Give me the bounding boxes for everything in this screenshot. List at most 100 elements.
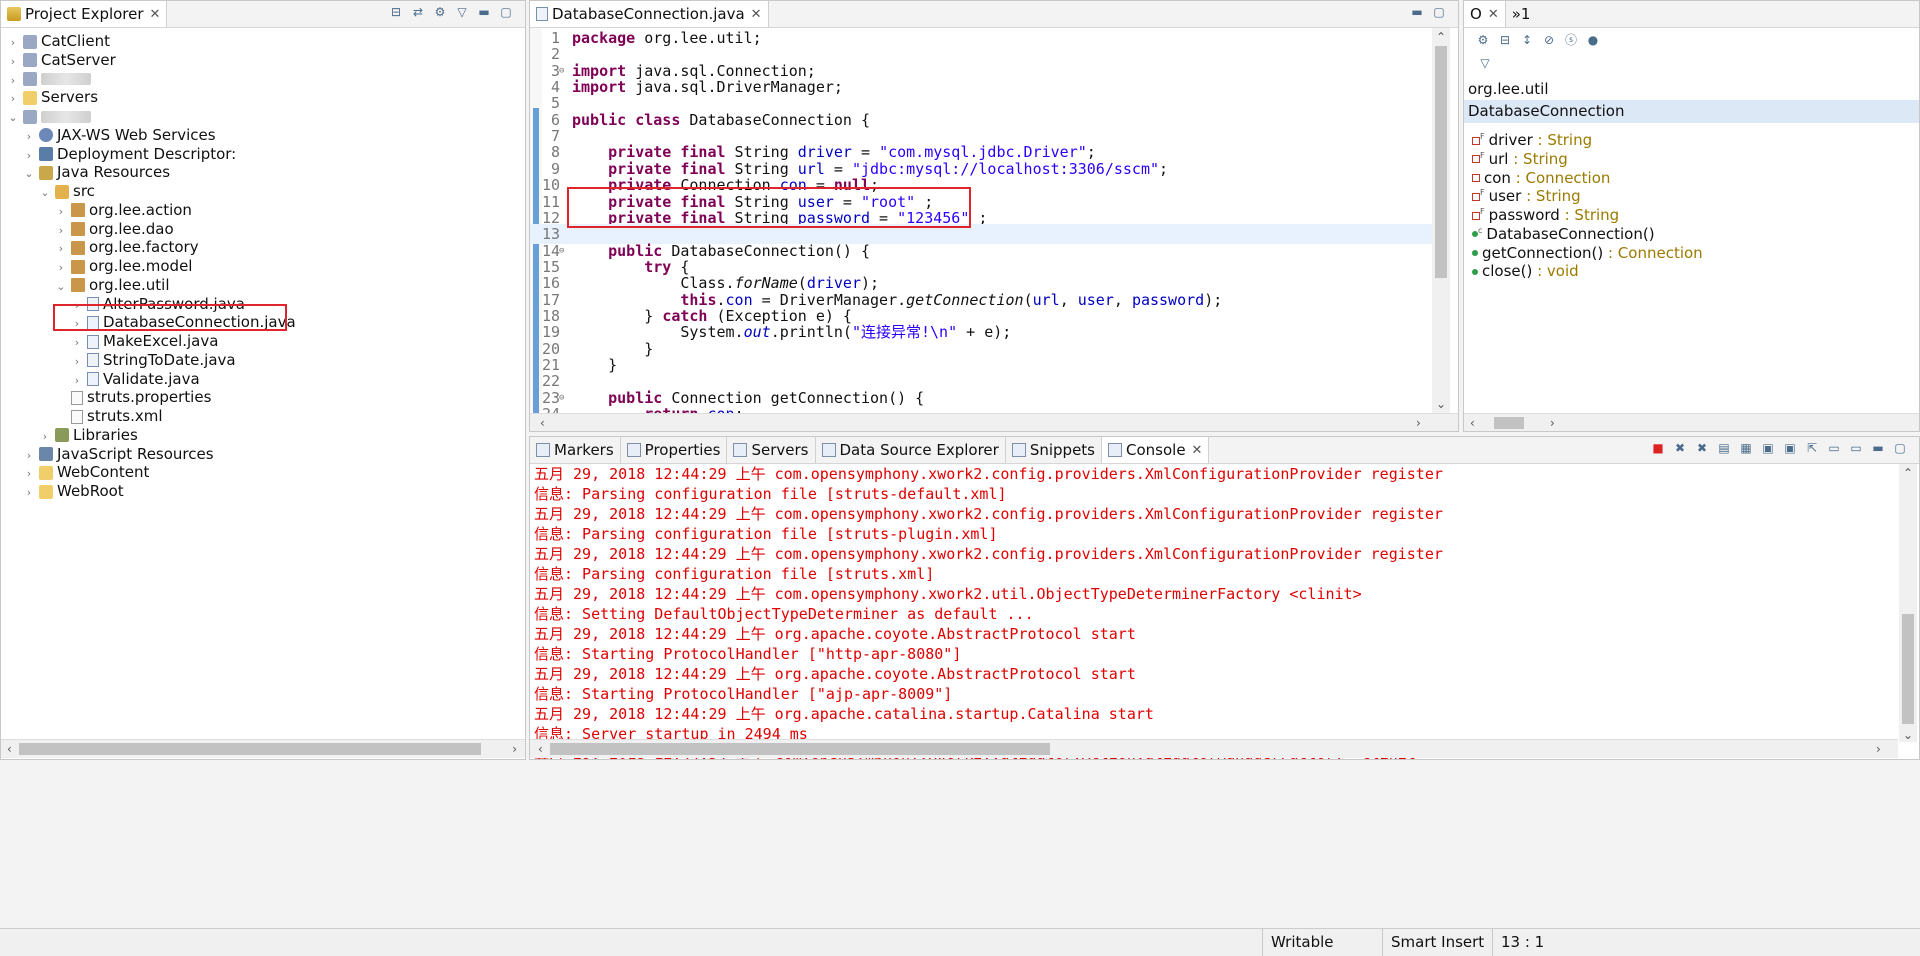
status-insert-mode: Smart Insert (1382, 929, 1501, 956)
editor-toolbar: ▬ ▢ (1406, 5, 1450, 19)
tree-item-label: WebRoot (57, 482, 124, 500)
folder-icon (39, 465, 53, 480)
outline-view: O ✕ »1 ⚙ ⊟ ↕ ⊘ ⓢ ● ▽ org.lee.util Databa… (1463, 0, 1920, 432)
tree-item-label: StringToDate.java (103, 350, 236, 369)
scroll-up-icon[interactable]: ⌃ (1436, 30, 1446, 44)
link-with-editor-icon[interactable]: ⇄ (410, 5, 426, 19)
scroll-left-icon[interactable]: ‹ (538, 742, 543, 756)
outline-class[interactable]: DatabaseConnection (1464, 100, 1919, 123)
terminate-icon[interactable]: ■ (1650, 441, 1666, 455)
scroll-lock-icon[interactable]: ▦ (1738, 441, 1754, 455)
display-console-icon[interactable]: ▭ (1826, 441, 1842, 455)
markers-icon (536, 443, 550, 457)
console-vertical-scrollbar[interactable]: ⌃ ⌄ (1899, 464, 1917, 742)
tab-label: Console (1126, 441, 1186, 459)
collapse-all-icon[interactable]: ⊟ (1497, 33, 1513, 47)
maximize-icon[interactable]: ▢ (498, 5, 514, 19)
sort-icon[interactable]: ↕ (1519, 33, 1535, 47)
console-line: 信息: Starting ProtocolHandler ["http-apr-… (534, 645, 962, 663)
tab-label: Project Explorer (25, 5, 144, 23)
java-file-icon (87, 353, 99, 368)
collapse-arrow-icon[interactable]: ⌄ (55, 275, 67, 298)
console-horizontal-scrollbar[interactable]: ‹ › (530, 739, 1898, 758)
view-menu-icon[interactable]: ▽ (1477, 56, 1493, 70)
collapse-arrow-icon[interactable]: ⌄ (23, 162, 35, 185)
scrollbar-thumb[interactable] (550, 743, 1050, 755)
scrollbar-thumb[interactable] (1494, 417, 1524, 429)
tab-snippets[interactable]: Snippets (1006, 437, 1102, 463)
scroll-up-icon[interactable]: ⌃ (1903, 466, 1913, 480)
close-icon[interactable]: ✕ (751, 7, 762, 22)
remove-launch-icon[interactable]: ✖ (1672, 441, 1688, 455)
outline-tabbar: O ✕ »1 (1464, 1, 1919, 28)
tab-properties[interactable]: Properties (621, 437, 728, 463)
scrollbar-thumb[interactable] (1902, 614, 1914, 724)
outline-member[interactable]: close() : void (1468, 256, 1579, 281)
open-console-icon[interactable]: ▭ (1848, 441, 1864, 455)
tab-markers[interactable]: Markers (530, 437, 621, 463)
scroll-right-icon[interactable]: › (1416, 416, 1421, 430)
expand-arrow-icon[interactable]: › (23, 481, 35, 504)
tab-project-explorer[interactable]: Project Explorer ✕ (1, 1, 168, 27)
collapse-arrow-icon[interactable]: ⌄ (7, 106, 19, 129)
show-stdout-icon[interactable]: ▣ (1760, 441, 1776, 455)
hide-static-icon[interactable]: ⓢ (1563, 33, 1579, 47)
scroll-down-icon[interactable]: ⌄ (1903, 728, 1913, 742)
tree-item[interactable]: › WebRoot (23, 480, 124, 503)
minimize-icon[interactable]: ▬ (1409, 5, 1425, 19)
show-stderr-icon[interactable]: ▣ (1782, 441, 1798, 455)
editor-vertical-scrollbar[interactable]: ⌃ ⌄ (1432, 28, 1450, 413)
scroll-left-icon[interactable]: ‹ (540, 416, 545, 430)
java-resources-icon (39, 165, 53, 180)
minimize-icon[interactable]: ▬ (1870, 441, 1886, 455)
view-menu-icon[interactable]: ▽ (454, 5, 470, 19)
outline-package[interactable]: org.lee.util (1468, 78, 1549, 101)
console-line: 五月 29, 2018 12:44:29 上午 com.opensymphony… (534, 545, 1443, 563)
pin-console-icon[interactable]: ⇱ (1804, 441, 1820, 455)
outline-horizontal-scrollbar[interactable]: ‹ › (1464, 413, 1919, 431)
tab-databaseconnection-java[interactable]: DatabaseConnection.java ✕ (530, 1, 769, 27)
outline-package-label: org.lee.util (1468, 80, 1549, 98)
console-line: 信息: Parsing configuration file [struts-p… (534, 525, 998, 543)
clear-console-icon[interactable]: ▤ (1716, 441, 1732, 455)
tab-outline[interactable]: O ✕ (1464, 1, 1506, 27)
tree-item-label: org.lee.util (89, 275, 170, 294)
tab-more-views[interactable]: »1 (1506, 1, 1537, 27)
tree-item-label: org.lee.model (89, 257, 193, 275)
package-icon (71, 259, 85, 274)
scrollbar-thumb[interactable] (19, 743, 481, 755)
horizontal-scrollbar[interactable]: ‹ › (1, 739, 525, 758)
hide-nonpublic-icon[interactable]: ● (1585, 33, 1601, 47)
scrollbar-thumb[interactable] (1435, 46, 1447, 278)
editor-horizontal-scrollbar[interactable]: ‹ › (530, 413, 1458, 431)
scroll-right-icon[interactable]: › (512, 742, 517, 756)
scroll-right-icon[interactable]: › (1550, 416, 1555, 430)
scroll-right-icon[interactable]: › (1876, 742, 1881, 756)
close-icon[interactable]: ✕ (150, 7, 161, 22)
remove-all-icon[interactable]: ✖ (1694, 441, 1710, 455)
maximize-icon[interactable]: ▢ (1431, 5, 1447, 19)
scroll-left-icon[interactable]: ‹ (1470, 416, 1475, 430)
tree-item-label: org.lee.dao (89, 219, 174, 238)
tree-item-label: src (73, 182, 95, 200)
focus-icon[interactable]: ⚙ (1475, 33, 1491, 47)
tab-console[interactable]: Console ✕ (1102, 437, 1210, 463)
collapse-arrow-icon[interactable]: ⌄ (39, 181, 51, 204)
tab-data-source-explorer[interactable]: Data Source Explorer (816, 437, 1006, 463)
filter-icon[interactable]: ⚙ (432, 5, 448, 19)
tab-servers[interactable]: Servers (727, 437, 816, 463)
hide-fields-icon[interactable]: ⊘ (1541, 33, 1557, 47)
close-icon[interactable]: ✕ (1488, 7, 1499, 22)
scroll-down-icon[interactable]: ⌄ (1436, 397, 1446, 411)
outline-member-type: : void (1532, 262, 1579, 281)
xml-file-icon (71, 409, 83, 424)
maximize-icon[interactable]: ▢ (1892, 441, 1908, 455)
minimize-icon[interactable]: ▬ (476, 5, 492, 19)
close-icon[interactable]: ✕ (1192, 443, 1203, 458)
collapse-all-icon[interactable]: ⊟ (388, 5, 404, 19)
status-writable: Writable (1262, 929, 1391, 956)
console-output[interactable]: 五月 29, 2018 12:44:29 上午 com.opensymphony… (534, 464, 1897, 759)
highlight-box-file (53, 304, 287, 331)
scroll-left-icon[interactable]: ‹ (7, 742, 12, 756)
tab-label: DatabaseConnection.java (552, 5, 745, 23)
